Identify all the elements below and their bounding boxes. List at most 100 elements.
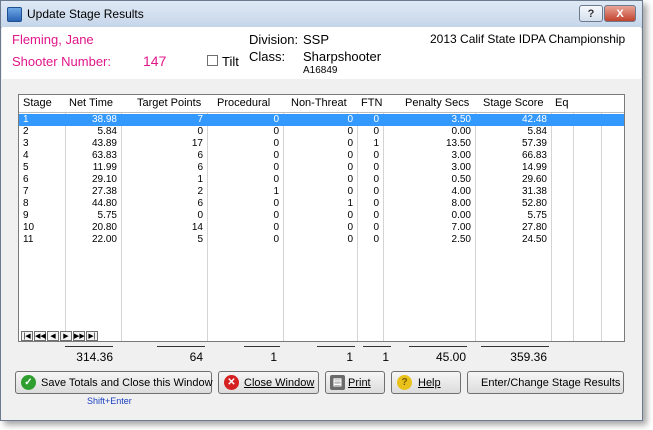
cell-penalty-secs: 4.00 — [451, 186, 471, 197]
prev-icon[interactable]: ◀ — [47, 331, 59, 341]
table-row[interactable]: 5 11.99 6 0 0 0 3.00 14.99 — [19, 162, 624, 174]
cell-ftn: 0 — [373, 150, 379, 161]
shooter-header: Fleming, Jane Shooter Number: 147 Tilt D… — [2, 27, 641, 79]
table-row[interactable]: 7 27.38 2 1 0 0 4.00 31.38 — [19, 186, 624, 198]
help-label: Help — [418, 377, 441, 389]
close-window-button[interactable]: ✕ Close Window — [218, 371, 319, 394]
class-label: Class: — [249, 49, 286, 64]
print-button[interactable]: ▤ Print — [325, 371, 385, 394]
table-row[interactable]: 11 22.00 5 0 0 0 2.50 24.50 — [19, 234, 624, 246]
cell-procedural: 0 — [273, 198, 279, 209]
cell-penalty-secs: 0.00 — [451, 126, 471, 137]
table-row[interactable]: 2 5.84 0 0 0 0 0.00 5.84 — [19, 126, 624, 138]
cell-non-threat: 0 — [347, 174, 353, 185]
col-header-stage-score[interactable]: Stage Score — [483, 97, 544, 109]
cell-target-points: 14 — [191, 222, 203, 233]
update-stage-results-window: Update Stage Results ? X Fleming, Jane S… — [0, 0, 643, 421]
last-icon[interactable]: ▶| — [86, 331, 98, 341]
col-header-penalty-secs[interactable]: Penalty Secs — [405, 97, 469, 109]
table-row[interactable]: 1 38.98 7 0 0 0 3.50 42.48 — [19, 114, 624, 126]
cell-stage-score: 52.80 — [521, 198, 547, 209]
cell-non-threat: 0 — [347, 150, 353, 161]
cell-procedural: 0 — [273, 162, 279, 173]
cell-stage-score: 24.50 — [521, 234, 547, 245]
col-header-procedural[interactable]: Procedural — [217, 97, 270, 109]
cell-stage: 8 — [23, 198, 29, 209]
cell-stage: 5 — [23, 162, 29, 173]
col-header-ftn[interactable]: FTN — [361, 97, 382, 109]
help-icon: ? — [397, 375, 412, 390]
close-title-button[interactable]: X — [604, 5, 636, 22]
help-button[interactable]: ? Help — [391, 371, 461, 394]
cell-ftn: 0 — [373, 186, 379, 197]
cell-procedural: 0 — [273, 114, 279, 125]
cell-penalty-secs: 3.00 — [451, 162, 471, 173]
print-label: Print — [348, 377, 371, 389]
title-bar[interactable]: Update Stage Results ? X — [1, 1, 642, 28]
event-name: 2013 Calif State IDPA Championship — [430, 32, 626, 46]
enter-change-results-button[interactable]: Enter/Change Stage Results — [467, 371, 624, 394]
cell-procedural: 0 — [273, 174, 279, 185]
cell-penalty-secs: 8.00 — [451, 198, 471, 209]
next-icon[interactable]: ▶ — [60, 331, 72, 341]
cell-target-points: 7 — [197, 114, 203, 125]
cell-procedural: 0 — [273, 222, 279, 233]
table-header: Stage Net Time Target Points Procedural … — [19, 95, 624, 113]
cell-ftn: 0 — [373, 234, 379, 245]
col-header-net-time[interactable]: Net Time — [69, 97, 113, 109]
tilt-checkbox[interactable] — [207, 55, 218, 66]
close-icon: ✕ — [224, 375, 239, 390]
cell-non-threat: 1 — [347, 198, 353, 209]
total-non-threat: 1 — [346, 350, 353, 364]
cell-penalty-secs: 2.50 — [451, 234, 471, 245]
cell-net-time: 44.80 — [91, 198, 117, 209]
save-totals-button[interactable]: ✓ Save Totals and Close this Window — [15, 371, 213, 394]
enter-change-results-label: Enter/Change Stage Results — [481, 377, 621, 389]
close-window-label: Close Window — [244, 377, 315, 389]
cell-net-time: 63.83 — [91, 150, 117, 161]
shooter-name: Fleming, Jane — [12, 32, 94, 47]
cell-non-threat: 0 — [347, 138, 353, 149]
table-row[interactable]: 8 44.80 6 0 1 0 8.00 52.80 — [19, 198, 624, 210]
table-row[interactable]: 4 63.83 6 0 0 0 3.00 66.83 — [19, 150, 624, 162]
cell-net-time: 5.84 — [97, 126, 117, 137]
cell-target-points: 17 — [191, 138, 203, 149]
shooter-number-label: Shooter Number: — [12, 54, 111, 69]
cell-procedural: 1 — [273, 186, 279, 197]
total-underline — [65, 346, 113, 347]
tilt-label: Tilt — [222, 54, 239, 69]
total-underline — [363, 346, 391, 347]
table-row[interactable]: 10 20.80 14 0 0 0 7.00 27.80 — [19, 222, 624, 234]
cell-procedural: 0 — [273, 234, 279, 245]
class-value: Sharpshooter — [303, 49, 382, 64]
help-title-button[interactable]: ? — [579, 5, 603, 22]
table-row[interactable]: 6 29.10 1 0 0 0 0.50 29.60 — [19, 174, 624, 186]
table-row[interactable]: 3 43.89 17 0 0 1 13.50 57.39 — [19, 138, 624, 150]
cell-net-time: 5.75 — [97, 210, 117, 221]
col-header-eq[interactable]: Eq — [555, 97, 568, 109]
next-page-icon[interactable]: ▶▶ — [73, 331, 85, 341]
cell-stage: 7 — [23, 186, 29, 197]
cell-procedural: 0 — [273, 126, 279, 137]
cell-stage-score: 29.60 — [521, 174, 547, 185]
first-icon[interactable]: |◀ — [21, 331, 33, 341]
cell-net-time: 27.38 — [91, 186, 117, 197]
cell-net-time: 38.98 — [91, 114, 117, 125]
cell-stage-score: 14.99 — [521, 162, 547, 173]
total-underline — [409, 346, 467, 347]
prev-page-icon[interactable]: ◀◀ — [34, 331, 46, 341]
cell-non-threat: 0 — [347, 126, 353, 137]
table-row[interactable]: 9 5.75 0 0 0 0 0.00 5.75 — [19, 210, 624, 222]
cell-procedural: 0 — [273, 210, 279, 221]
cell-net-time: 20.80 — [91, 222, 117, 233]
total-underline — [317, 346, 355, 347]
col-header-stage[interactable]: Stage — [23, 97, 52, 109]
cell-stage: 11 — [23, 234, 34, 245]
stage-results-table[interactable]: Stage Net Time Target Points Procedural … — [18, 94, 625, 342]
division-label: Division: — [249, 32, 299, 47]
col-header-non-threat[interactable]: Non-Threat — [291, 97, 347, 109]
cell-stage: 2 — [23, 126, 29, 137]
checkmark-icon: ✓ — [21, 375, 36, 390]
col-header-target-points[interactable]: Target Points — [137, 97, 201, 109]
cell-stage: 10 — [23, 222, 35, 233]
